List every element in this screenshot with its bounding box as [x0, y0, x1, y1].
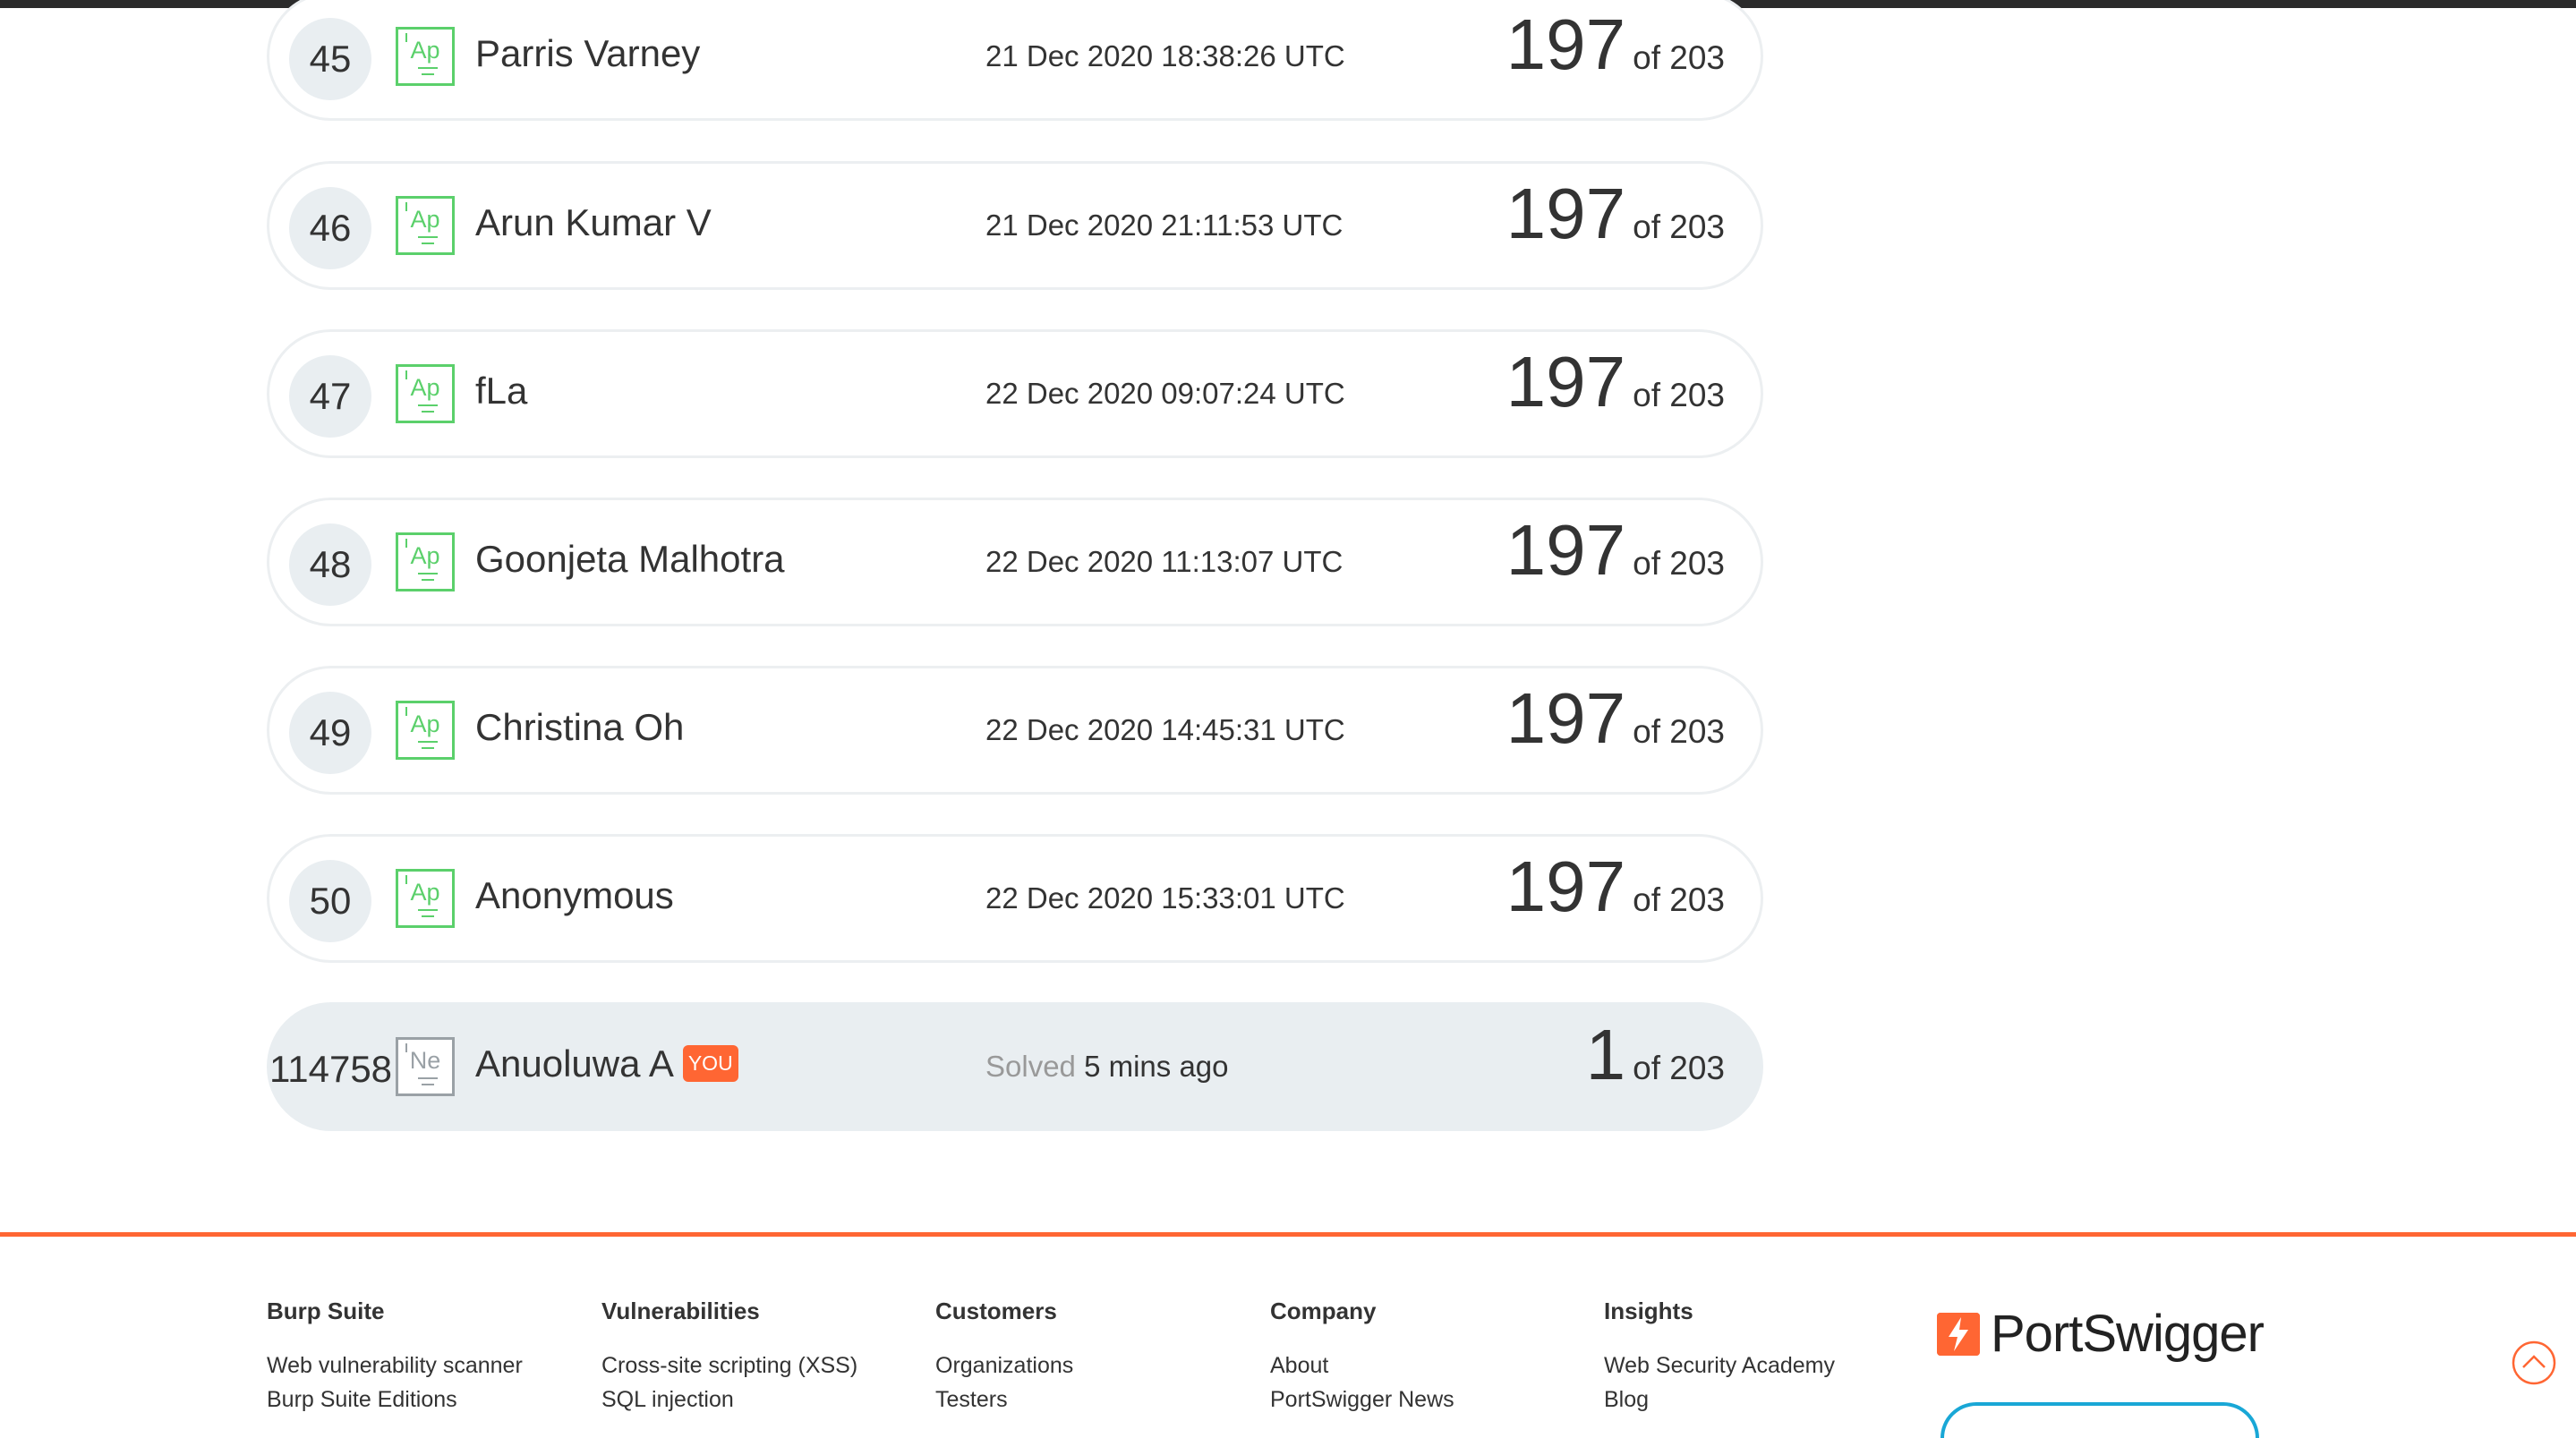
brand-name: PortSwigger: [1991, 1305, 2265, 1363]
leaderboard-row: 47 Ap fLa 22 Dec 2020 09:07:24 UTC 197 of…: [267, 329, 1763, 458]
score-total: of 203: [1633, 377, 1725, 413]
score-total: of 203: [1633, 208, 1725, 245]
footer-column-company: Company About PortSwigger News: [1270, 1298, 1592, 1417]
level-badge-icon: Ap: [396, 27, 455, 86]
user-name: Anuoluwa A YOU: [475, 1042, 738, 1085]
completion-time: 22 Dec 2020 15:33:01 UTC: [985, 881, 1345, 915]
score: 197 of 203: [1506, 341, 1725, 423]
solved-label: Solved: [985, 1050, 1076, 1083]
rank-number: 45: [289, 18, 371, 100]
level-badge-icon: Ap: [396, 364, 455, 423]
rank-number: 50: [289, 860, 371, 942]
leaderboard-row: 49 Ap Christina Oh 22 Dec 2020 14:45:31 …: [267, 666, 1763, 795]
score-value: 197: [1506, 678, 1626, 758]
score-value: 197: [1506, 510, 1626, 590]
level-badge-icon: Ne: [396, 1037, 455, 1096]
footer-column-customers: Customers Organizations Testers: [935, 1298, 1258, 1417]
score: 197 of 203: [1506, 677, 1725, 760]
footer-link[interactable]: Blog: [1604, 1383, 1926, 1417]
footer-heading: Company: [1270, 1298, 1377, 1324]
score: 1 of 203: [1586, 1014, 1725, 1096]
score: 197 of 203: [1506, 509, 1725, 591]
score: 197 of 203: [1506, 4, 1725, 86]
footer-cta-button[interactable]: [1941, 1402, 2259, 1438]
footer-link[interactable]: Web Security Academy: [1604, 1349, 1926, 1383]
rank-number: 46: [289, 187, 371, 269]
solved-time: 5 mins ago: [1084, 1050, 1229, 1083]
score-total: of 203: [1633, 713, 1725, 750]
portswigger-logo[interactable]: PortSwigger: [1937, 1304, 2265, 1364]
rank-number: 114758: [269, 1048, 393, 1090]
solved-status: Solved 5 mins ago: [985, 1050, 1229, 1084]
score-total: of 203: [1633, 545, 1725, 582]
completion-time: 21 Dec 2020 18:38:26 UTC: [985, 39, 1345, 72]
rank-number: 49: [289, 692, 371, 774]
footer-heading: Customers: [935, 1298, 1057, 1324]
footer: Burp Suite Web vulnerability scanner Bur…: [0, 1237, 2576, 1438]
portswigger-lightning-icon: [1937, 1312, 1980, 1356]
back-to-top-button[interactable]: [2512, 1340, 2556, 1385]
rank-number: 47: [289, 355, 371, 438]
user-name: fLa: [475, 370, 528, 412]
user-name: Goonjeta Malhotra: [475, 538, 785, 580]
you-badge: YOU: [682, 1045, 738, 1083]
completion-time: 22 Dec 2020 14:45:31 UTC: [985, 713, 1345, 746]
score-value: 197: [1506, 4, 1626, 84]
score-value: 197: [1506, 174, 1626, 253]
level-badge-icon: Ap: [396, 869, 455, 928]
leaderboard: 45 Ap Parris Varney 21 Dec 2020 18:38:26…: [0, 0, 2576, 1163]
leaderboard-row: 48 Ap Goonjeta Malhotra 22 Dec 2020 11:1…: [267, 498, 1763, 626]
score: 197 of 203: [1506, 173, 1725, 255]
footer-link[interactable]: About: [1270, 1349, 1592, 1383]
user-name: Arun Kumar V: [475, 201, 712, 243]
score-total: of 203: [1633, 881, 1725, 918]
leaderboard-row: 45 Ap Parris Varney 21 Dec 2020 18:38:26…: [267, 0, 1763, 121]
score-value: 1: [1585, 1015, 1626, 1094]
footer-column-vulnerabilities: Vulnerabilities Cross-site scripting (XS…: [601, 1298, 924, 1417]
completion-time: 22 Dec 2020 09:07:24 UTC: [985, 377, 1345, 410]
score-value: 197: [1506, 342, 1626, 421]
footer-link[interactable]: Testers: [935, 1383, 1258, 1417]
footer-link[interactable]: Cross-site scripting (XSS): [601, 1349, 924, 1383]
user-name-text: Anuoluwa A: [475, 1042, 674, 1085]
footer-link[interactable]: Web vulnerability scanner: [267, 1349, 589, 1383]
footer-column-insights: Insights Web Security Academy Blog: [1604, 1298, 1926, 1417]
completion-time: 22 Dec 2020 11:13:07 UTC: [985, 545, 1343, 578]
user-name: Christina Oh: [475, 706, 685, 748]
footer-heading: Vulnerabilities: [601, 1298, 760, 1324]
completion-time: 21 Dec 2020 21:11:53 UTC: [985, 208, 1343, 242]
footer-link[interactable]: PortSwigger News: [1270, 1383, 1592, 1417]
score-total: of 203: [1633, 39, 1725, 76]
level-badge-icon: Ap: [396, 701, 455, 760]
footer-heading: Insights: [1604, 1298, 1693, 1324]
leaderboard-row: 50 Ap Anonymous 22 Dec 2020 15:33:01 UTC…: [267, 834, 1763, 963]
rank-number: 48: [289, 523, 371, 606]
score-value: 197: [1506, 847, 1626, 926]
score-total: of 203: [1633, 1050, 1725, 1086]
footer-column-burp-suite: Burp Suite Web vulnerability scanner Bur…: [267, 1298, 589, 1417]
leaderboard-row: 46 Ap Arun Kumar V 21 Dec 2020 21:11:53 …: [267, 161, 1763, 290]
footer-link[interactable]: Burp Suite Editions: [267, 1383, 589, 1417]
chevron-up-icon: [2512, 1340, 2556, 1385]
user-name: Parris Varney: [475, 32, 701, 74]
current-user-row: 114758 Ne Anuoluwa A YOU Solved 5 mins ag…: [267, 1002, 1763, 1131]
footer-link[interactable]: SQL injection: [601, 1383, 924, 1417]
score: 197 of 203: [1506, 846, 1725, 928]
level-badge-icon: Ap: [396, 532, 455, 591]
footer-link[interactable]: Organizations: [935, 1349, 1258, 1383]
level-badge-icon: Ap: [396, 196, 455, 255]
footer-heading: Burp Suite: [267, 1298, 385, 1324]
user-name: Anonymous: [475, 874, 674, 916]
